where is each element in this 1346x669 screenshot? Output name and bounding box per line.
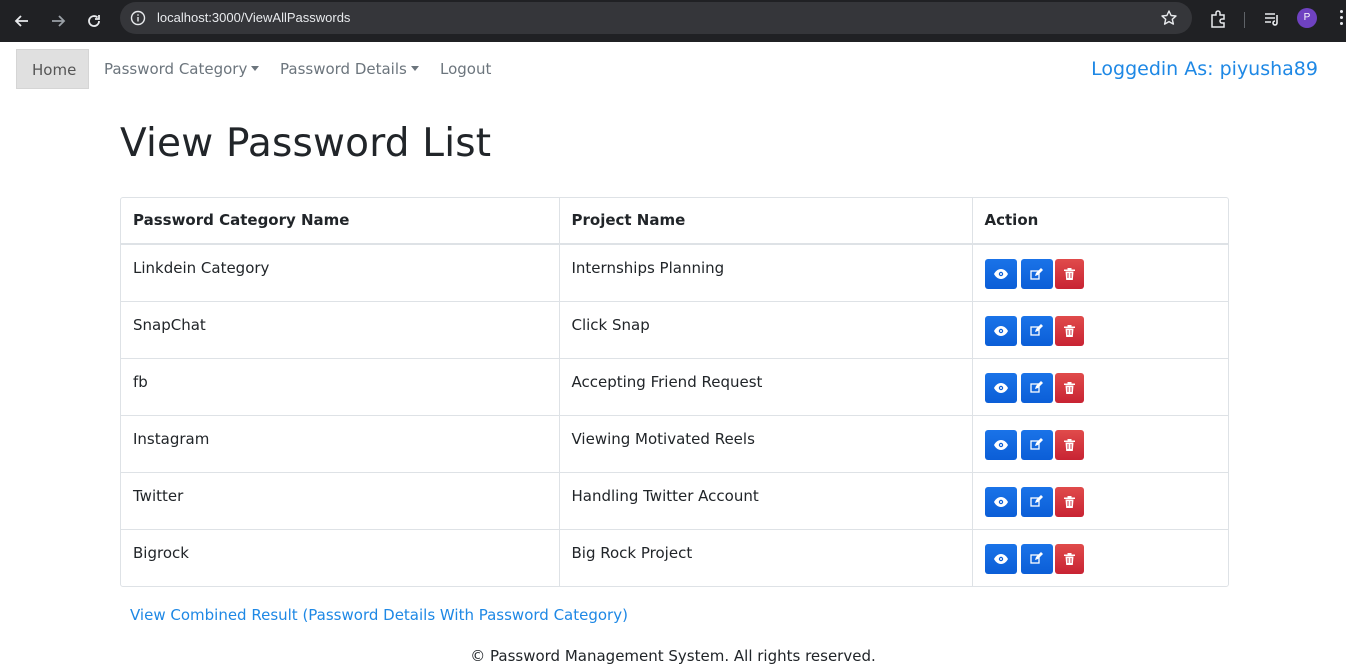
nav-password-details-label: Password Details [280, 60, 407, 78]
nav-password-category[interactable]: Password Category [89, 49, 274, 89]
password-table: Password Category Name Project Name Acti… [120, 197, 1229, 587]
action-cell [971, 471, 1228, 530]
trash-icon [1063, 268, 1075, 280]
table-row: Instagram Viewing Motivated Reels [121, 414, 1228, 473]
delete-button[interactable] [1054, 315, 1084, 346]
nav-password-category-label: Password Category [104, 60, 248, 78]
action-cell [971, 414, 1228, 473]
action-cell [971, 528, 1228, 586]
table-row: Twitter Handling Twitter Account [121, 471, 1228, 530]
table-row: SnapChat Click Snap [121, 300, 1228, 359]
project-cell: Big Rock Project [558, 528, 973, 586]
delete-button[interactable] [1054, 259, 1084, 289]
edit-icon [1030, 324, 1043, 336]
project-cell: Handling Twitter Account [558, 471, 973, 530]
edit-button[interactable] [1020, 486, 1053, 517]
trash-icon [1063, 552, 1075, 565]
project-cell: Click Snap [558, 300, 973, 359]
browser-menu-icon[interactable] [1340, 10, 1344, 28]
delete-button[interactable] [1054, 429, 1084, 460]
back-icon[interactable] [8, 7, 36, 35]
edit-icon [1030, 381, 1043, 393]
nav-password-details[interactable]: Password Details [265, 49, 434, 89]
category-cell: Instagram [121, 414, 560, 473]
table-row: Bigrock Big Rock Project [121, 528, 1228, 586]
chevron-down-icon [251, 65, 260, 71]
edit-button[interactable] [1020, 259, 1053, 289]
edit-button[interactable] [1020, 372, 1053, 403]
category-cell: Twitter [121, 471, 560, 530]
site-info-icon[interactable] [130, 10, 146, 30]
toolbar-divider [1244, 12, 1245, 28]
delete-button[interactable] [1054, 543, 1084, 574]
profile-avatar[interactable]: P [1297, 8, 1317, 28]
address-bar[interactable]: localhost:3000/ViewAllPasswords [120, 2, 1192, 34]
eye-icon [993, 325, 1008, 336]
category-cell: Bigrock [121, 528, 560, 586]
nav-home[interactable]: Home [16, 49, 89, 89]
table-row: Linkdein Category Internships Planning [121, 243, 1228, 302]
view-button[interactable] [984, 429, 1017, 460]
page-title: View Password List [120, 121, 492, 166]
view-button[interactable] [984, 372, 1017, 403]
table-row: fb Accepting Friend Request [121, 357, 1228, 416]
trash-icon [1063, 324, 1075, 337]
eye-icon [993, 553, 1008, 564]
url-text: localhost:3000/ViewAllPasswords [157, 10, 351, 25]
edit-button[interactable] [1020, 429, 1053, 460]
eye-icon [993, 439, 1008, 450]
action-cell [971, 357, 1228, 416]
trash-icon [1063, 438, 1075, 451]
header-action: Action [971, 198, 1228, 245]
project-cell: Accepting Friend Request [558, 357, 973, 416]
edit-icon [1030, 495, 1043, 507]
view-button[interactable] [984, 543, 1017, 574]
delete-button[interactable] [1054, 486, 1084, 517]
category-cell: fb [121, 357, 560, 416]
header-category-name: Password Category Name [121, 198, 560, 245]
forward-icon[interactable] [44, 7, 72, 35]
view-button[interactable] [984, 486, 1017, 517]
project-cell: Viewing Motivated Reels [558, 414, 973, 473]
reading-list-icon[interactable] [1262, 9, 1282, 33]
action-cell [971, 300, 1228, 359]
edit-button[interactable] [1020, 543, 1053, 574]
edit-icon [1030, 267, 1043, 280]
category-cell: SnapChat [121, 300, 560, 359]
trash-icon [1063, 381, 1075, 394]
logged-in-user: Loggedin As: piyusha89 [1091, 58, 1318, 80]
browser-toolbar: localhost:3000/ViewAllPasswords P [0, 0, 1346, 42]
nav-logout[interactable]: Logout [425, 49, 506, 89]
header-project-name: Project Name [558, 198, 973, 245]
app-navbar: Home Password Category Password Details … [0, 42, 1346, 98]
footer-copyright: © Password Management System. All rights… [470, 647, 876, 665]
bookmark-star-icon[interactable] [1160, 9, 1178, 31]
view-button[interactable] [984, 259, 1017, 289]
reload-icon[interactable] [80, 7, 108, 35]
category-cell: Linkdein Category [121, 243, 560, 302]
extensions-icon[interactable] [1208, 9, 1228, 33]
trash-icon [1063, 495, 1075, 508]
edit-icon [1030, 552, 1043, 564]
eye-icon [993, 269, 1008, 279]
project-cell: Internships Planning [558, 243, 973, 302]
view-button[interactable] [984, 315, 1017, 346]
eye-icon [993, 382, 1008, 393]
view-combined-result-link[interactable]: View Combined Result (Password Details W… [130, 606, 628, 624]
delete-button[interactable] [1054, 372, 1084, 403]
edit-button[interactable] [1020, 315, 1053, 346]
action-cell [971, 243, 1228, 302]
chevron-down-icon [410, 65, 419, 71]
edit-icon [1030, 438, 1043, 450]
eye-icon [993, 496, 1008, 507]
